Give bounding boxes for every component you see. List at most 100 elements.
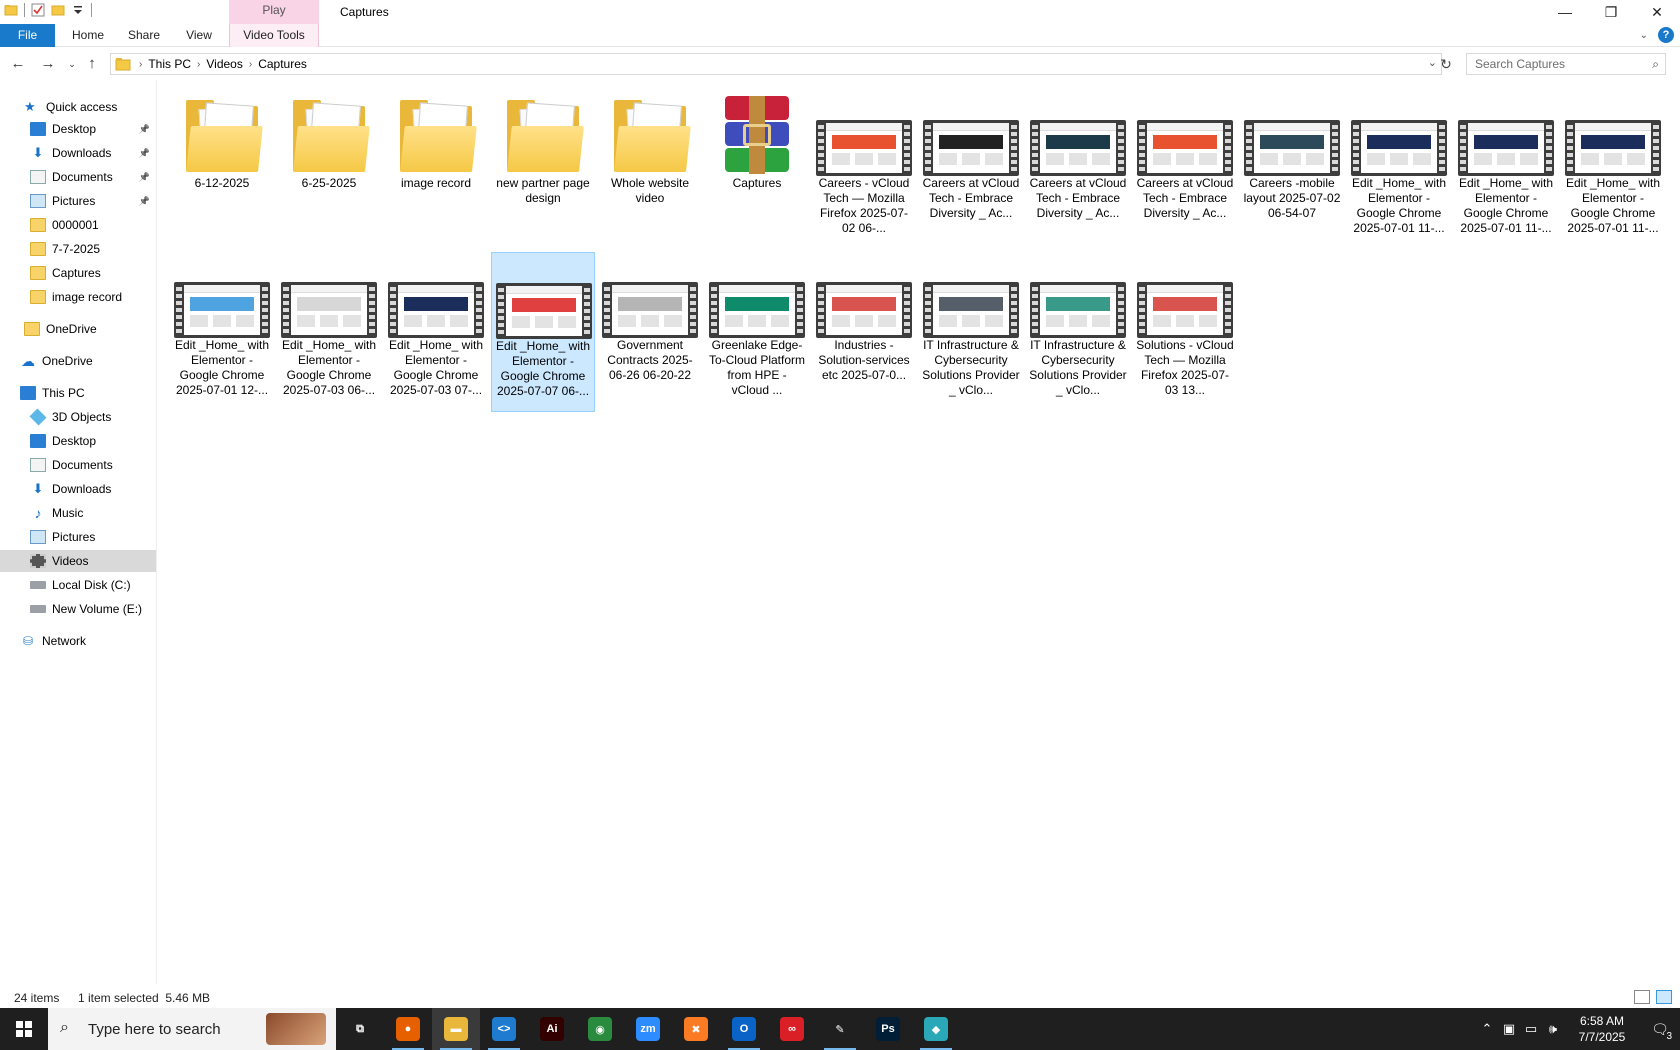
tab-file[interactable]: File xyxy=(0,24,55,47)
start-button[interactable] xyxy=(0,1008,48,1050)
new-folder-icon[interactable] xyxy=(51,3,65,17)
tab-home[interactable]: Home xyxy=(64,24,112,47)
sidebar-item-onedrive[interactable]: ☁ OneDrive xyxy=(0,350,156,372)
taskbar-xampp-button[interactable]: ✖ xyxy=(672,1008,720,1050)
video-file-item[interactable]: Edit _Home_ with Elementor - Google Chro… xyxy=(1347,90,1451,250)
video-file-item[interactable]: Industries -Solution-services etc 2025-0… xyxy=(812,252,916,412)
taskbar-app-diamond-button[interactable]: ◆ xyxy=(912,1008,960,1050)
video-file-item[interactable]: Solutions - vCloud Tech — Mozilla Firefo… xyxy=(1133,252,1237,412)
sidebar-item-documents[interactable]: Documents 📌 xyxy=(0,166,156,188)
sidebar-item-0000001[interactable]: 0000001 xyxy=(0,214,156,236)
sidebar-item-image-record[interactable]: image record xyxy=(0,286,156,308)
taskbar-photoshop-button[interactable]: Ps xyxy=(864,1008,912,1050)
video-file-item[interactable]: Edit _Home_ with Elementor - Google Chro… xyxy=(1561,90,1665,250)
sidebar-item-pictures[interactable]: Pictures 📌 xyxy=(0,190,156,212)
folder-item[interactable]: Whole website video xyxy=(598,90,702,250)
pin-icon[interactable]: 📌 xyxy=(139,148,150,159)
video-file-item[interactable]: Greenlake Edge-To-Cloud Platform from HP… xyxy=(705,252,809,412)
sidebar-item-network[interactable]: ⛁ Network xyxy=(0,630,156,652)
tab-view[interactable]: View xyxy=(176,24,222,47)
expand-ribbon-icon[interactable]: ⌄ xyxy=(1640,30,1648,41)
taskbar-zoom-button[interactable]: zm xyxy=(624,1008,672,1050)
file-thumbnail xyxy=(919,90,1023,176)
search-input[interactable]: Search Captures ⌕ xyxy=(1466,53,1666,75)
sidebar-item-music[interactable]: ♪ Music xyxy=(0,502,156,524)
recent-locations-chevron-icon[interactable]: ⌄ xyxy=(62,54,82,74)
tab-video-tools[interactable]: Video Tools xyxy=(229,24,319,47)
taskbar-outlook-button[interactable]: O xyxy=(720,1008,768,1050)
clock[interactable]: 6:58 AM 7/7/2025 xyxy=(1564,1013,1640,1045)
pane-divider[interactable] xyxy=(156,80,157,984)
taskbar-vscode-button[interactable]: <> xyxy=(480,1008,528,1050)
sidebar-item-local-disk-c[interactable]: Local Disk (C:) xyxy=(0,574,156,596)
pin-icon[interactable]: 📌 xyxy=(139,124,150,135)
taskbar-illustrator-button[interactable]: Ai xyxy=(528,1008,576,1050)
taskbar-pen-tool-button[interactable]: ✎ xyxy=(816,1008,864,1050)
video-file-item[interactable]: Edit _Home_ with Elementor - Google Chro… xyxy=(1454,90,1558,250)
volume-icon[interactable]: 🕪 xyxy=(1542,1021,1564,1037)
refresh-icon[interactable]: ↻ xyxy=(1436,54,1456,74)
breadcrumb-this-pc[interactable]: This PC xyxy=(148,57,191,71)
video-file-item[interactable]: Careers -mobile layout 2025-07-02 06-54-… xyxy=(1240,90,1344,250)
sidebar-item-documents[interactable]: Documents xyxy=(0,454,156,476)
sidebar-item-7-7-2025[interactable]: 7-7-2025 xyxy=(0,238,156,260)
address-bar[interactable]: › This PC › Videos › Captures ⌄ xyxy=(110,53,1442,75)
taskbar-firefox-button[interactable]: ● xyxy=(384,1008,432,1050)
sidebar-item-3d-objects[interactable]: 3D Objects xyxy=(0,406,156,428)
show-hidden-icons-chevron-icon[interactable]: ⌃ xyxy=(1476,1021,1498,1037)
network-icon[interactable]: ▭ xyxy=(1520,1021,1542,1037)
properties-icon[interactable] xyxy=(31,3,45,17)
video-file-item[interactable]: Careers - vCloud Tech — Mozilla Firefox … xyxy=(812,90,916,250)
sidebar-item-captures[interactable]: Captures xyxy=(0,262,156,284)
taskbar-search-box[interactable]: ⌕ Type here to search xyxy=(48,1008,336,1050)
video-file-item[interactable]: Careers at vCloud Tech - Embrace Diversi… xyxy=(1026,90,1130,250)
sidebar-item-desktop[interactable]: Desktop 📌 xyxy=(0,118,156,140)
notification-center-icon[interactable]: 🗨 3 xyxy=(1640,1021,1680,1042)
forward-arrow-icon[interactable]: → xyxy=(38,54,58,74)
folder-item[interactable]: 6-25-2025 xyxy=(277,90,381,250)
sidebar-item-downloads[interactable]: ⬇ Downloads xyxy=(0,478,156,500)
sidebar-item-quick-access[interactable]: ★ Quick access xyxy=(0,96,156,118)
taskbar-file-explorer-button[interactable]: ▬ xyxy=(432,1008,480,1050)
video-file-item[interactable]: Edit _Home_ with Elementor - Google Chro… xyxy=(384,252,488,412)
folder-item[interactable]: new partner page design xyxy=(491,90,595,250)
sidebar-item-downloads[interactable]: ⬇ Downloads 📌 xyxy=(0,142,156,164)
meet-now-icon[interactable]: ▣ xyxy=(1498,1021,1520,1037)
video-file-item[interactable]: Careers at vCloud Tech - Embrace Diversi… xyxy=(919,90,1023,250)
breadcrumb-captures[interactable]: Captures xyxy=(258,57,307,71)
folder-item[interactable]: 6-12-2025 xyxy=(170,90,274,250)
close-button[interactable]: ✕ xyxy=(1634,0,1680,24)
up-arrow-icon[interactable]: ↑ xyxy=(82,54,102,74)
sidebar-item-onedrive[interactable]: OneDrive xyxy=(0,318,156,340)
video-file-item[interactable]: Careers at vCloud Tech - Embrace Diversi… xyxy=(1133,90,1237,250)
maximize-button[interactable]: ❐ xyxy=(1588,0,1634,24)
video-file-item[interactable]: Edit _Home_ with Elementor - Google Chro… xyxy=(170,252,274,412)
minimize-button[interactable]: — xyxy=(1542,0,1588,24)
sidebar-item-new-volume-e[interactable]: New Volume (E:) xyxy=(0,598,156,620)
folder-item[interactable]: image record xyxy=(384,90,488,250)
sidebar-item-desktop[interactable]: Desktop xyxy=(0,430,156,452)
help-icon[interactable]: ? xyxy=(1658,27,1674,43)
taskbar-task-view-button[interactable]: ⧉ xyxy=(336,1008,384,1050)
customize-dropdown-icon[interactable] xyxy=(71,3,85,17)
archive-file-item[interactable]: Captures xyxy=(705,90,809,250)
video-file-item[interactable]: Edit _Home_ with Elementor - Google Chro… xyxy=(277,252,381,412)
play-contextual-tab-header: Play xyxy=(229,0,319,24)
taskbar-chrome-button[interactable]: ◉ xyxy=(576,1008,624,1050)
video-file-item[interactable]: IT Infrastructure & Cybersecurity Soluti… xyxy=(1026,252,1130,412)
back-arrow-icon[interactable]: ← xyxy=(8,54,28,74)
sidebar-item-this-pc[interactable]: This PC xyxy=(0,382,156,404)
video-file-item[interactable]: IT Infrastructure & Cybersecurity Soluti… xyxy=(919,252,1023,412)
details-view-button[interactable] xyxy=(1634,990,1650,1004)
video-file-item[interactable]: Edit _Home_ with Elementor - Google Chro… xyxy=(491,252,595,412)
video-file-item[interactable]: Government Contracts 2025-06-26 06-20-22 xyxy=(598,252,702,412)
sidebar-item-videos[interactable]: Videos xyxy=(0,550,156,572)
video-filmstrip-icon xyxy=(923,282,1019,338)
taskbar-creative-cloud-button[interactable]: ∞ xyxy=(768,1008,816,1050)
sidebar-item-pictures[interactable]: Pictures xyxy=(0,526,156,548)
pin-icon[interactable]: 📌 xyxy=(139,172,150,183)
large-icons-view-button[interactable] xyxy=(1656,990,1672,1004)
breadcrumb-videos[interactable]: Videos xyxy=(206,57,242,71)
pin-icon[interactable]: 📌 xyxy=(139,196,150,207)
tab-share[interactable]: Share xyxy=(120,24,168,47)
